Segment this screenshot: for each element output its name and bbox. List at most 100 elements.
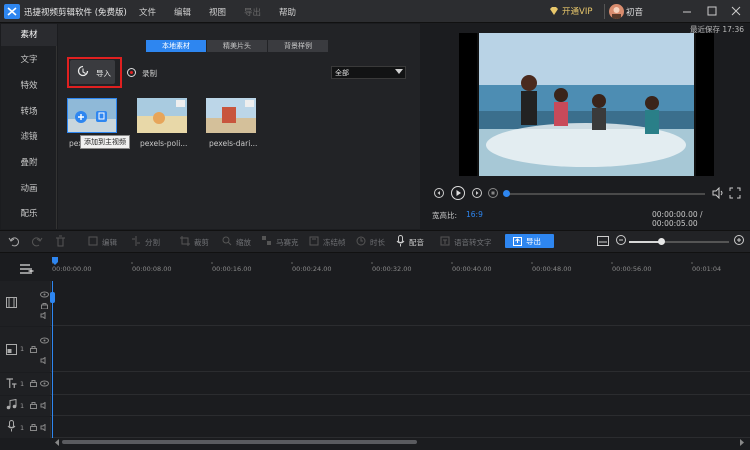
- scroll-right-icon[interactable]: [739, 439, 745, 446]
- menu-file[interactable]: 文件: [139, 6, 156, 18]
- media-thumbnail[interactable]: [137, 98, 187, 133]
- aspect-ratio-value[interactable]: 16:9: [466, 210, 483, 219]
- nav-item-effects[interactable]: 特效: [1, 75, 57, 97]
- nav-item-overlay[interactable]: 叠附: [1, 152, 57, 174]
- menu-edit[interactable]: 编辑: [174, 6, 191, 18]
- microphone-icon: [7, 420, 16, 432]
- prev-frame-icon[interactable]: [434, 188, 444, 198]
- eye-icon[interactable]: [40, 291, 49, 298]
- timeline-scrollbar[interactable]: [62, 440, 417, 444]
- undo-icon[interactable]: [8, 235, 20, 247]
- maximize-icon[interactable]: [705, 4, 719, 18]
- minimize-icon[interactable]: [680, 4, 694, 18]
- tab-background-samples[interactable]: 背景样例: [268, 40, 328, 52]
- filter-value[interactable]: 全部: [335, 68, 349, 78]
- tool-edit[interactable]: 编辑: [102, 237, 117, 248]
- playback-timecode: 00:00:00.00 / 00:00:05.00: [652, 210, 703, 228]
- next-frame-icon[interactable]: [472, 188, 482, 198]
- edit-icon[interactable]: [88, 236, 98, 246]
- scroll-left-icon[interactable]: [54, 439, 60, 446]
- nav-item-filters[interactable]: 滤镜: [1, 126, 57, 148]
- playhead[interactable]: [52, 281, 53, 439]
- redo-icon[interactable]: [31, 235, 43, 247]
- tool-crop[interactable]: 裁剪: [194, 237, 209, 248]
- playhead-marker[interactable]: [52, 257, 58, 265]
- chevron-down-icon[interactable]: [395, 69, 403, 75]
- lock-icon[interactable]: [30, 345, 37, 353]
- ruler-tick-label: 00:00:00.00: [52, 265, 92, 273]
- microphone-icon[interactable]: [396, 235, 405, 247]
- tab-intro-templates[interactable]: 精美片头: [207, 40, 267, 52]
- lock-icon[interactable]: [30, 379, 37, 387]
- video-track[interactable]: [0, 281, 750, 326]
- user-name[interactable]: 初音: [626, 6, 643, 18]
- ruler-tick-label: 00:00:16.00: [212, 265, 252, 273]
- mosaic-icon[interactable]: [262, 236, 272, 246]
- tool-speech-to-text[interactable]: 语音转文字: [454, 237, 492, 248]
- split-icon[interactable]: [131, 236, 141, 246]
- nav-item-material[interactable]: 素材: [1, 24, 57, 46]
- zoom-in-icon[interactable]: [734, 235, 745, 246]
- tool-voiceover[interactable]: 配音: [409, 237, 424, 248]
- menu-export[interactable]: 导出: [244, 6, 261, 18]
- tool-split[interactable]: 分割: [145, 237, 160, 248]
- lock-icon[interactable]: [30, 401, 37, 409]
- tool-zoom[interactable]: 缩放: [236, 237, 251, 248]
- ruler-ticks: [52, 262, 750, 264]
- media-item-label: pexels-poli...: [140, 139, 188, 148]
- nav-item-animation[interactable]: 动画: [1, 178, 57, 200]
- user-avatar[interactable]: [609, 4, 624, 19]
- tab-local-material[interactable]: 本地素材: [146, 40, 206, 52]
- lock-icon[interactable]: [40, 302, 49, 309]
- track-menu-icon[interactable]: [20, 264, 34, 275]
- playback-progress-handle[interactable]: [503, 190, 510, 197]
- zoom-tool-icon[interactable]: [222, 236, 232, 246]
- speaker-icon[interactable]: [40, 402, 49, 409]
- delete-icon[interactable]: [55, 235, 66, 247]
- caption-icon[interactable]: [597, 236, 609, 246]
- aspect-ratio-label: 宽高比:: [432, 211, 458, 220]
- media-thumbnail[interactable]: [206, 98, 256, 133]
- speaker-icon[interactable]: [40, 357, 49, 364]
- track-number: 1: [20, 402, 25, 410]
- nav-item-text[interactable]: 文字: [1, 49, 57, 71]
- nav-item-transitions[interactable]: 转场: [1, 101, 57, 123]
- playback-progress-bar[interactable]: [505, 193, 705, 195]
- zoom-out-icon[interactable]: [616, 235, 627, 246]
- stop-icon[interactable]: [488, 188, 498, 198]
- media-thumbnail[interactable]: [67, 98, 117, 133]
- menu-help[interactable]: 帮助: [279, 6, 296, 18]
- export-label[interactable]: 导出: [526, 236, 541, 247]
- play-icon[interactable]: [451, 186, 465, 200]
- close-icon[interactable]: [729, 4, 743, 18]
- menu-view[interactable]: 视图: [209, 6, 226, 18]
- eye-icon[interactable]: [40, 337, 49, 344]
- lock-icon[interactable]: [30, 423, 37, 431]
- speaker-icon[interactable]: [40, 312, 49, 319]
- track-number: 1: [20, 345, 25, 353]
- vip-button[interactable]: 开通VIP: [562, 5, 592, 17]
- ruler-tick-label: 00:00:08.00: [132, 265, 172, 273]
- playhead-handle[interactable]: [50, 292, 55, 303]
- tool-duration[interactable]: 时长: [370, 237, 385, 248]
- crop-icon[interactable]: [180, 236, 190, 246]
- timeline-zoom-handle[interactable]: [658, 238, 665, 245]
- eye-icon[interactable]: [40, 380, 49, 387]
- speaker-icon[interactable]: [40, 424, 49, 431]
- volume-icon[interactable]: [712, 187, 724, 199]
- tool-mosaic[interactable]: 马赛克: [276, 237, 299, 248]
- speech-to-text-icon[interactable]: [440, 236, 450, 246]
- record-icon[interactable]: [127, 68, 136, 77]
- voice-track[interactable]: [0, 417, 750, 438]
- video-preview[interactable]: [459, 33, 714, 176]
- tool-freeze-frame[interactable]: 冻结帧: [323, 237, 346, 248]
- nav-item-music[interactable]: 配乐: [1, 203, 57, 225]
- overlay-track[interactable]: [0, 327, 750, 372]
- text-track[interactable]: [0, 373, 750, 395]
- import-label[interactable]: 导入: [96, 68, 111, 79]
- record-label[interactable]: 录制: [142, 68, 157, 79]
- duration-icon[interactable]: [356, 236, 366, 246]
- freeze-frame-icon[interactable]: [309, 236, 319, 246]
- music-track[interactable]: [0, 396, 750, 416]
- fullscreen-icon[interactable]: [729, 187, 741, 199]
